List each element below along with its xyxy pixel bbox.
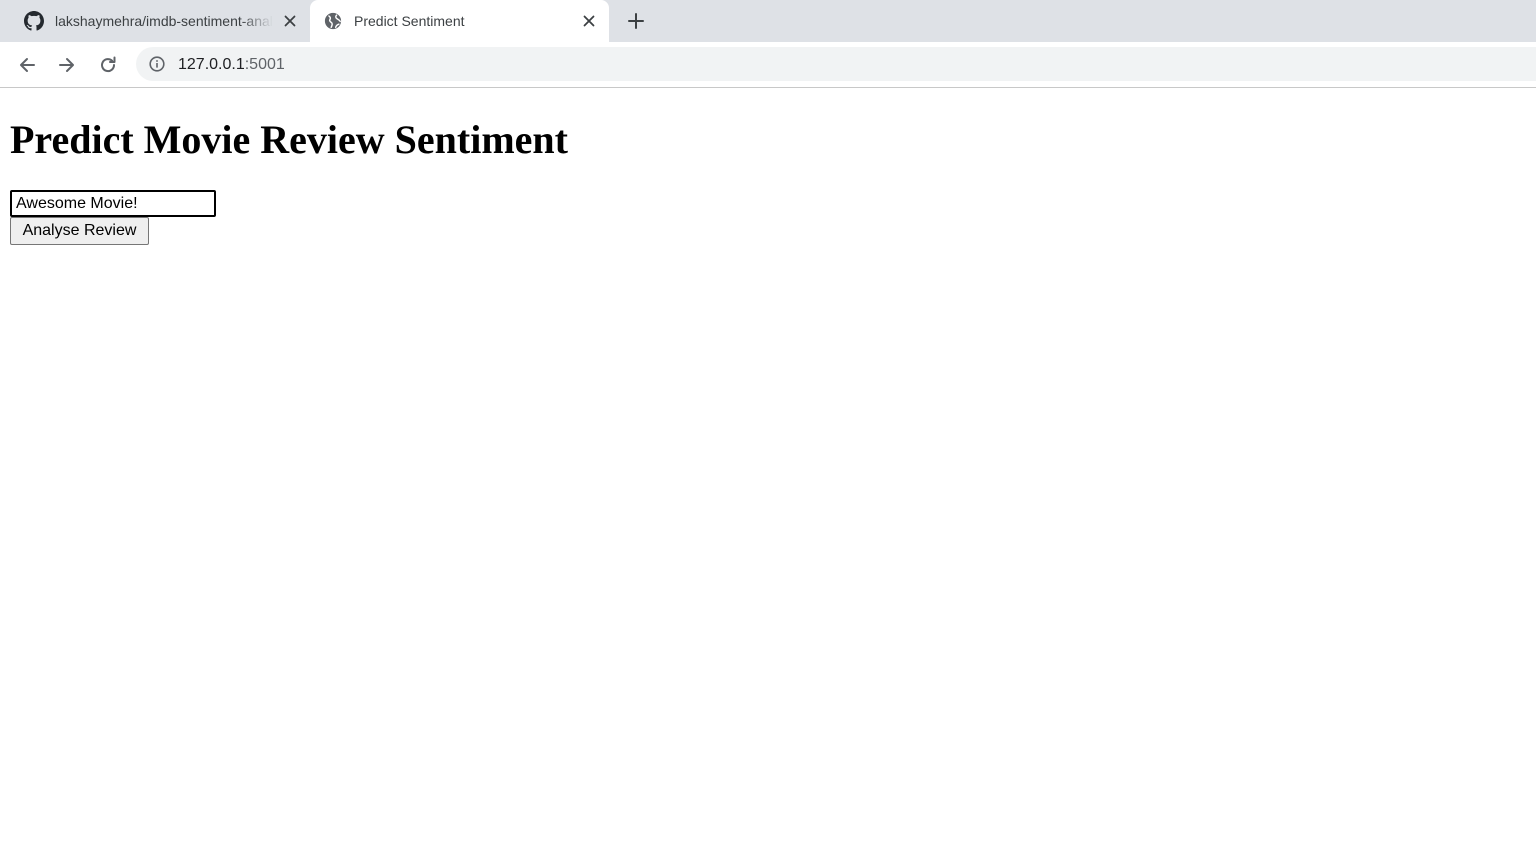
tab-title: lakshaymehra/imdb-sentiment-analysis <box>55 13 273 29</box>
back-button[interactable] <box>15 53 39 77</box>
arrow-right-icon <box>59 58 74 72</box>
review-input[interactable] <box>10 190 216 217</box>
github-icon <box>24 11 44 31</box>
browser-window: lakshaymehra/imdb-sentiment-analysis Pre… <box>0 0 1536 864</box>
page-title: Predict Movie Review Sentiment <box>10 117 568 162</box>
page-content: Predict Movie Review Sentiment Analyse R… <box>0 89 1536 864</box>
address-bar[interactable]: 127.0.0.1:5001 <box>136 47 1536 81</box>
analyse-review-button[interactable]: Analyse Review <box>10 217 149 245</box>
url-port: :5001 <box>244 56 285 73</box>
globe-icon <box>324 12 342 30</box>
info-icon[interactable] <box>149 56 165 72</box>
close-icon[interactable] <box>281 12 299 30</box>
plus-icon <box>628 13 644 29</box>
forward-button[interactable] <box>55 53 79 77</box>
tab-github[interactable]: lakshaymehra/imdb-sentiment-analysis <box>10 0 308 42</box>
new-tab-button[interactable] <box>624 9 648 33</box>
tab-title: Predict Sentiment <box>354 13 465 29</box>
arrow-left-icon <box>20 58 35 72</box>
tab-strip: lakshaymehra/imdb-sentiment-analysis Pre… <box>0 0 1536 42</box>
close-icon[interactable] <box>580 12 598 30</box>
address-url[interactable]: 127.0.0.1:5001 <box>178 56 285 74</box>
reload-button[interactable] <box>96 53 120 77</box>
url-host: 127.0.0.1 <box>178 56 245 73</box>
tab-predict-sentiment[interactable]: Predict Sentiment <box>310 0 609 42</box>
browser-toolbar: 127.0.0.1:5001 <box>0 42 1536 88</box>
reload-icon <box>101 56 116 73</box>
